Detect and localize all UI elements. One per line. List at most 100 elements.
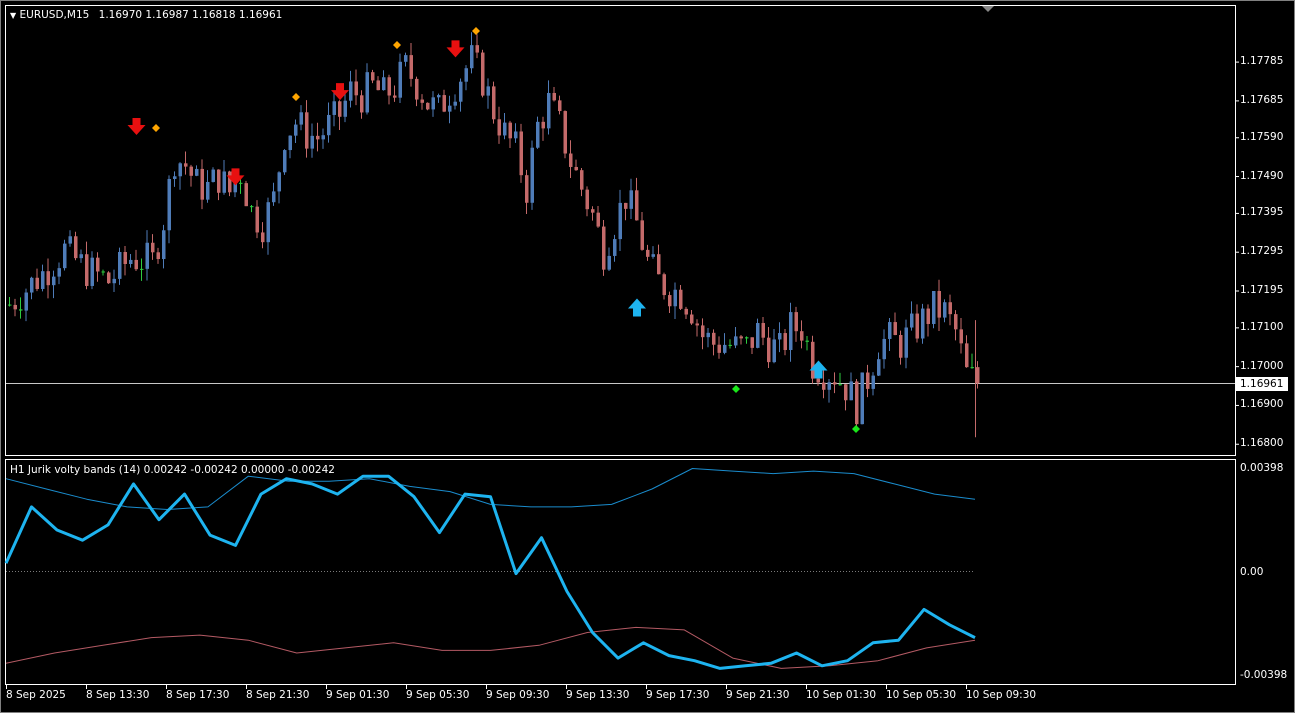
time-axis-label: 9 Sep 01:30 [326, 689, 390, 701]
candle-body [618, 202, 622, 240]
price-axis-label: 1.17100 [1240, 320, 1284, 333]
top-diamond-icon [292, 93, 300, 101]
candle-body [761, 323, 765, 338]
candle-body [701, 325, 705, 338]
time-axis-label: 9 Sep 17:30 [646, 689, 710, 701]
candle-body [613, 239, 617, 256]
candle-body [563, 111, 567, 154]
candle-body [750, 337, 754, 348]
candle-body [140, 268, 144, 270]
chart-shift-marker-icon[interactable] [982, 6, 994, 12]
candle-body [739, 336, 743, 339]
candle-body [486, 86, 490, 96]
candle-body [448, 105, 452, 112]
price-axis-label: 1.17785 [1240, 55, 1284, 68]
candle-body [134, 259, 138, 270]
candle-body [833, 382, 837, 385]
candle-body [888, 322, 892, 339]
candle-body [74, 236, 78, 259]
candle-body [294, 124, 298, 136]
trading-chart[interactable] [0, 0, 1295, 713]
candle-body [712, 332, 716, 345]
candle-body [811, 341, 815, 379]
time-axis-label: 9 Sep 05:30 [406, 689, 470, 701]
candle-body [19, 309, 23, 311]
indicator-axis-bottom: -0.00398 [1240, 669, 1288, 681]
candle-body [415, 78, 419, 100]
price-axis-label: 1.17000 [1240, 359, 1284, 372]
candle-body [266, 202, 270, 243]
candle-body [244, 183, 248, 207]
candle-body [305, 112, 309, 149]
candle-body [921, 308, 925, 339]
candle-body [635, 190, 639, 221]
candle-body [453, 101, 457, 106]
candle-body [816, 378, 820, 383]
candle-body [673, 289, 677, 307]
candle-body [217, 169, 221, 193]
candle-body [272, 191, 276, 203]
candle-body [569, 153, 573, 167]
candle-body [228, 171, 232, 193]
sell-arrow-icon [446, 40, 465, 58]
candle-body [442, 95, 446, 112]
candle-body [299, 112, 303, 125]
candle-body [360, 95, 364, 113]
candle-body [690, 314, 694, 324]
candle-body [591, 209, 595, 213]
candle-body [943, 302, 947, 318]
candle-body [123, 251, 127, 265]
candle-body [508, 122, 512, 139]
candle-body [46, 271, 50, 286]
candle-body [250, 206, 254, 208]
candle-body [651, 254, 655, 257]
candle-body [805, 340, 809, 342]
candle-body [932, 290, 936, 324]
candle-body [684, 308, 688, 315]
candle-body [530, 147, 534, 203]
candle-body [783, 333, 787, 351]
candles-layer [8, 32, 980, 438]
candle-body [838, 384, 842, 386]
dropdown-triangle-icon[interactable]: ▼ [10, 11, 16, 20]
candle-body [915, 313, 919, 339]
candle-body [332, 101, 336, 115]
candle-body [536, 121, 540, 148]
candle-body [624, 202, 628, 209]
candle-body [541, 121, 545, 129]
candle-body [206, 181, 210, 200]
time-axis-label: 8 Sep 21:30 [246, 689, 310, 701]
candle-body [514, 131, 518, 139]
candle-body [844, 384, 848, 401]
candle-body [151, 242, 155, 253]
candle-body [96, 257, 100, 272]
candle-body [431, 97, 435, 110]
candle-body [866, 372, 870, 389]
candle-body [789, 312, 793, 351]
candle-body [118, 251, 122, 279]
candle-body [321, 135, 325, 140]
candle-body [409, 55, 413, 79]
candle-body [679, 289, 683, 309]
candle-body [871, 375, 875, 389]
candle-body [173, 176, 177, 179]
candle-body [52, 276, 56, 286]
candle-body [129, 259, 133, 265]
candle-body [349, 81, 353, 101]
candle-body [882, 338, 886, 360]
candle-body [877, 359, 881, 376]
time-axis-label: 10 Sep 01:30 [806, 689, 877, 701]
symbol-header[interactable]: ▼ EURUSD,M15 1.16970 1.16987 1.16818 1.1… [10, 9, 282, 21]
candle-body [970, 367, 974, 369]
candle-body [41, 271, 45, 289]
candle-body [657, 254, 661, 275]
candle-body [189, 166, 193, 176]
candle-body [30, 277, 34, 293]
candle-body [849, 381, 853, 401]
candle-body [855, 381, 859, 425]
candle-body [354, 81, 358, 96]
candle-body [437, 95, 441, 98]
candle-body [794, 312, 798, 332]
candle-body [552, 92, 556, 101]
ohlc-values: 1.16970 1.16987 1.16818 1.16961 [98, 9, 283, 21]
